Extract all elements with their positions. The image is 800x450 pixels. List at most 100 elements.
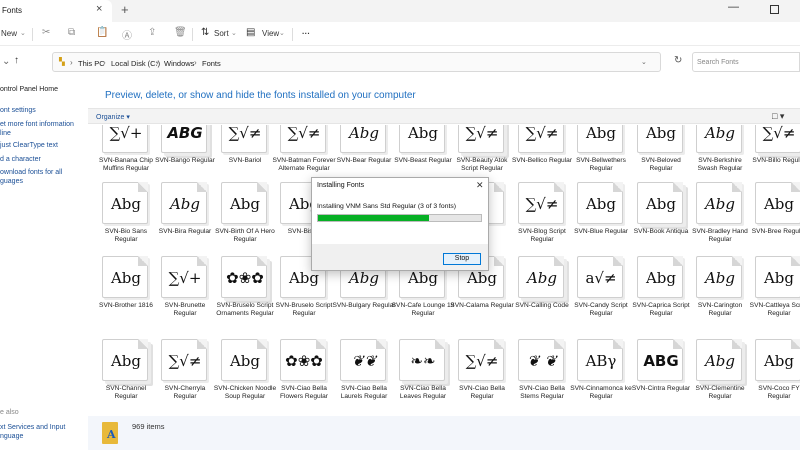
- font-name: SVN-Bruselo Script Ornaments Regular: [216, 302, 274, 318]
- font-name: SVN-Billo Regular: [752, 157, 800, 164]
- font-sample: ABG: [643, 352, 679, 370]
- font-name: SVN-Channel Regular: [105, 385, 147, 401]
- breadcrumb-fonts[interactable]: Fonts: [202, 59, 221, 68]
- font-sample: ✿❀✿: [285, 352, 323, 370]
- breadcrumb-local-disk[interactable]: Local Disk (C:): [111, 59, 160, 68]
- installing-fonts-dialog: Installing Fonts ✕ Installing VNM Sans S…: [311, 177, 489, 271]
- font-name: SVN-Blog Script Regular: [518, 228, 566, 244]
- cut-icon[interactable]: ✂: [42, 27, 50, 38]
- font-preview: ABG: [637, 339, 683, 381]
- font-preview: a√≠: [577, 256, 623, 298]
- sidebar-item-text-services[interactable]: xt Services and Input: [0, 423, 65, 432]
- font-preview: Abg: [696, 339, 742, 381]
- font-sample: ❧❧: [410, 352, 436, 370]
- font-sample: Abg: [348, 125, 380, 142]
- breadcrumb-windows[interactable]: Windows: [164, 59, 194, 68]
- font-preview: Abg: [577, 182, 623, 224]
- sidebar-item-control-panel-home[interactable]: ontrol Panel Home: [0, 86, 58, 93]
- more-options-button[interactable]: ···: [302, 29, 310, 38]
- maximize-button[interactable]: [770, 5, 779, 14]
- font-preview: ❦ ❦: [518, 339, 564, 381]
- font-name: SVN-Birth Of A Hero Regular: [215, 228, 275, 244]
- font-name: SVN-Bango Regular: [155, 157, 215, 164]
- sidebar-item-language[interactable]: nguage: [0, 432, 23, 441]
- font-preview: Abg: [518, 256, 564, 298]
- font-name: SVN-Coco FY Regular: [758, 385, 800, 401]
- sidebar-item-find-character[interactable]: d a character: [0, 155, 41, 164]
- up-arrow-icon[interactable]: ↑: [14, 55, 19, 66]
- tab-fonts[interactable]: Fonts ×: [0, 0, 112, 22]
- stop-button[interactable]: Stop: [443, 253, 481, 265]
- search-input[interactable]: Search Fonts: [692, 52, 800, 72]
- font-sample: ∑√≠: [525, 195, 559, 213]
- font-preview: ∑√≠: [458, 125, 504, 153]
- chevron-down-icon[interactable]: ⌄: [279, 29, 285, 37]
- sidebar-item-download-fonts-2[interactable]: guages: [0, 177, 23, 186]
- sidebar-item-more-font-info[interactable]: et more font information: [0, 120, 74, 129]
- font-name: SVN-Banana Chip Muffins Regular: [99, 157, 153, 173]
- font-sample: Abg: [763, 269, 795, 287]
- paste-icon[interactable]: 📋: [96, 27, 108, 38]
- tab-close-icon[interactable]: ×: [96, 3, 102, 15]
- install-progress-bar: [317, 214, 482, 222]
- close-icon[interactable]: ✕: [476, 180, 484, 191]
- font-sample: ❦ ❦: [527, 352, 557, 370]
- font-preview: ∑√≠: [755, 125, 800, 153]
- font-name: SVN-Calama Regular: [450, 302, 514, 309]
- font-preview: ABG: [161, 125, 207, 153]
- font-preview: Abg: [340, 125, 386, 153]
- font-name: SVN-Bree Regular: [751, 228, 800, 235]
- font-sample: Abg: [110, 195, 142, 213]
- delete-icon[interactable]: 🗑: [174, 27, 187, 38]
- view-options-icon[interactable]: □ ▾: [772, 111, 784, 122]
- breadcrumb-this-pc[interactable]: This PC: [78, 59, 105, 68]
- copy-icon[interactable]: ⧉: [68, 27, 75, 38]
- font-sample: Abg: [704, 352, 736, 370]
- chevron-down-icon[interactable]: ⌄: [2, 56, 10, 67]
- font-name: SVN-Bariol: [228, 157, 262, 164]
- font-preview: Abg: [102, 339, 148, 381]
- new-tab-button[interactable]: +: [121, 2, 129, 17]
- sort-button[interactable]: Sort: [214, 29, 229, 38]
- fonts-folder-icon: [102, 422, 118, 444]
- font-preview: Abg: [637, 256, 683, 298]
- font-sample: Abg: [110, 352, 142, 370]
- rename-icon[interactable]: Ⓐ: [122, 27, 132, 42]
- view-icon[interactable]: ▤: [246, 27, 255, 38]
- sidebar-item-font-settings[interactable]: ont settings: [0, 106, 36, 115]
- minimize-button[interactable]: —: [728, 1, 739, 13]
- see-also-heading: e also: [0, 409, 19, 416]
- chevron-down-icon[interactable]: ⌄: [20, 29, 26, 37]
- view-button[interactable]: View: [262, 29, 279, 38]
- font-sample: Abg: [110, 269, 142, 287]
- chevron-down-icon[interactable]: ⌄: [231, 29, 237, 37]
- font-sample: Abg: [585, 125, 617, 142]
- sidebar-item-more-font-info-2[interactable]: line: [0, 129, 11, 138]
- status-bar: 969 items: [88, 416, 800, 450]
- font-name: SVN-Beast Regular: [394, 157, 452, 164]
- font-preview: ✿❀✿: [280, 339, 326, 381]
- font-name: SVN-Berkshire Swash Regular: [697, 157, 743, 173]
- sort-icon[interactable]: ⇅: [201, 27, 209, 38]
- font-sample: Abg: [704, 269, 736, 287]
- chevron-down-icon[interactable]: ⌄: [641, 58, 647, 66]
- address-bar[interactable]: ▚ › This PC › Local Disk (C:) › Windows …: [52, 52, 661, 72]
- organize-button[interactable]: Organize ▾: [96, 113, 130, 121]
- font-sample: Abg: [704, 195, 736, 213]
- font-name: SVN-Beloved Regular: [641, 157, 681, 173]
- divider: [292, 28, 293, 41]
- share-icon[interactable]: ⇪: [148, 27, 156, 38]
- font-name: SVN-Caprica Script Regular: [632, 302, 690, 318]
- sidebar-item-cleartype[interactable]: just ClearType text: [0, 141, 58, 150]
- font-preview: ❦❦: [340, 339, 386, 381]
- refresh-icon[interactable]: ↻: [674, 55, 682, 66]
- dialog-footer: Stop: [312, 244, 488, 270]
- font-sample: Abg: [645, 269, 677, 287]
- sidebar-item-download-fonts[interactable]: ownload fonts for all: [0, 168, 62, 177]
- font-sample: Abg: [645, 195, 677, 213]
- font-preview: ΑΒγ: [577, 339, 623, 381]
- new-button[interactable]: New: [1, 29, 17, 38]
- divider: [32, 28, 33, 41]
- font-name: SVN-Clementine Regular: [695, 385, 745, 401]
- font-preview: Abg: [221, 182, 267, 224]
